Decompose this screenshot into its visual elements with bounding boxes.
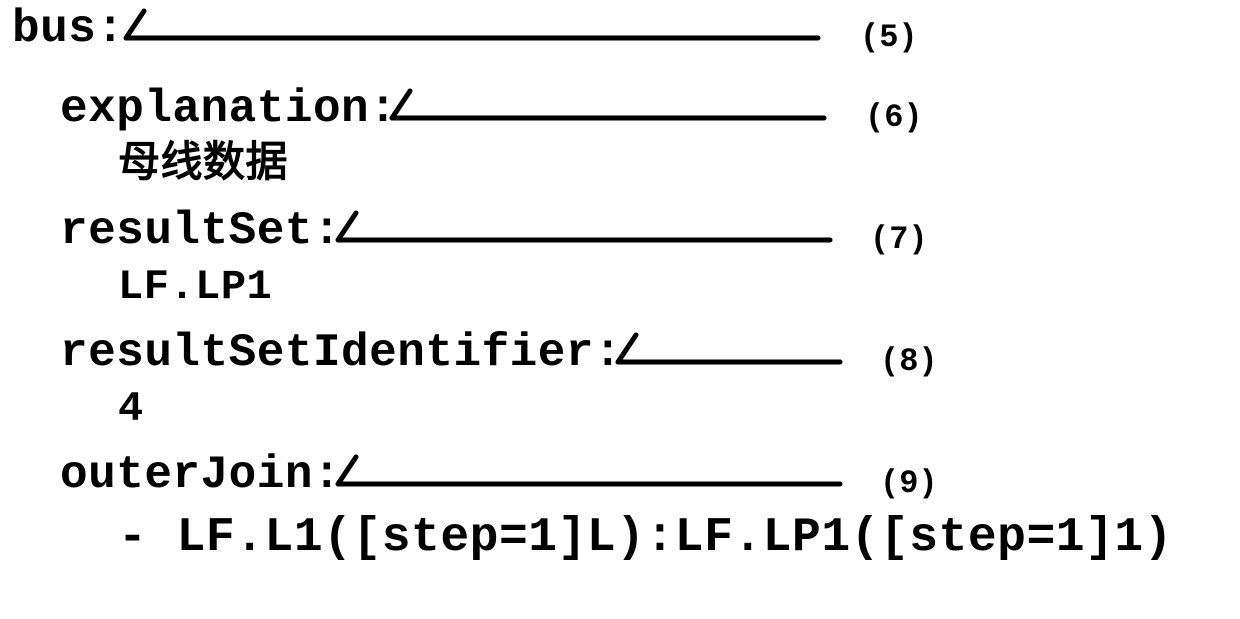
- key-outerJoin: outerJoin:: [60, 452, 341, 498]
- key-resultSet: resultSet:: [60, 208, 341, 254]
- annotation-number-6: (6): [865, 102, 923, 134]
- key-bus: bus:: [12, 6, 124, 52]
- value-resultSet: LF.LP1: [118, 266, 272, 308]
- annotation-number-8: (8): [880, 346, 938, 378]
- annotation-number-9: (9): [880, 468, 938, 500]
- callout-8: [610, 330, 860, 380]
- callout-9: [330, 452, 860, 502]
- value-resultSetIdentifier: 4: [118, 388, 144, 430]
- key-explanation: explanation:: [60, 86, 397, 132]
- callout-5: [118, 6, 838, 56]
- annotation-number-7: (7): [870, 224, 928, 256]
- callout-6: [384, 86, 844, 136]
- key-resultSetIdentifier: resultSetIdentifier:: [60, 330, 622, 376]
- value-outerJoin: - LF.L1([step=1]L):LF.LP1([step=1]1): [118, 514, 1173, 562]
- value-explanation: 母线数据: [118, 144, 288, 186]
- annotation-number-5: (5): [860, 22, 918, 54]
- callout-7: [330, 208, 850, 258]
- diagram-canvas: bus: (5) explanation: (6) 母线数据 resultSet…: [0, 0, 1240, 619]
